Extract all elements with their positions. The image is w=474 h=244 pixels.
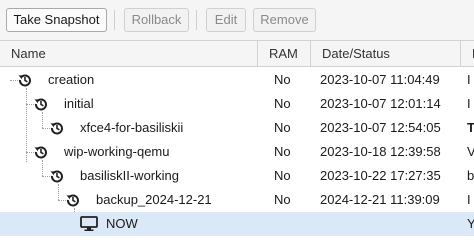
snapshot-history-icon (34, 146, 47, 159)
snapshot-history-icon (50, 122, 63, 135)
description-cell: I (467, 72, 471, 87)
ram-cell: No (274, 72, 291, 87)
snapshot-name-cell: backup_2024-12-21 (0, 188, 258, 212)
snapshot-name: backup_2024-12-21 (96, 192, 212, 207)
table-row[interactable]: backup_2024-12-21 No 2024-12-21 11:39:09… (0, 188, 474, 212)
date-cell: 2023-10-07 12:01:14 (320, 96, 441, 111)
table-row[interactable]: initial No 2023-10-07 12:01:14 I (0, 92, 474, 116)
snapshot-history-icon (34, 98, 47, 111)
snapshot-name: initial (64, 96, 94, 111)
table-row[interactable]: wip-working-qemu No 2023-10-18 12:39:58 … (0, 140, 474, 164)
snapshot-name: xfce4-for-basiliskii (80, 120, 184, 135)
date-cell (311, 212, 461, 236)
table-row[interactable]: creation No 2023-10-07 11:04:49 I (0, 68, 474, 92)
date-cell: 2023-10-07 12:54:05 (320, 120, 441, 135)
snapshot-name: basiliskII-working (80, 168, 179, 183)
description-cell: V (467, 144, 474, 159)
date-cell: 2023-10-07 11:04:49 (320, 72, 440, 87)
rollback-button[interactable]: Rollback (124, 8, 189, 32)
column-header-ram[interactable]: RAM (258, 41, 311, 67)
toolbar-separator (196, 10, 197, 30)
date-cell: 2023-10-22 17:27:35 (320, 168, 441, 183)
snapshot-name-cell: NOW (0, 212, 258, 236)
remove-button[interactable]: Remove (253, 8, 316, 32)
ram-cell (263, 212, 313, 236)
date-cell: 2024-12-21 11:39:09 (320, 192, 440, 207)
snapshot-name-cell: wip-working-qemu (0, 140, 258, 164)
description-cell: b (467, 168, 474, 183)
description-cell: Y (467, 216, 474, 231)
toolbar-separator (114, 10, 115, 30)
snapshot-name: creation (48, 72, 95, 87)
toolbar: Take Snapshot Rollback Edit Remove (0, 0, 474, 40)
snapshot-history-icon (50, 170, 63, 183)
table-row[interactable]: basiliskII-working No 2023-10-22 17:27:3… (0, 164, 474, 188)
snapshot-name: NOW (106, 216, 138, 231)
ram-cell: No (274, 96, 291, 111)
snapshot-name-cell: creation (0, 68, 258, 92)
ram-cell: No (274, 192, 291, 207)
ram-cell: No (274, 144, 291, 159)
grid-header: Name RAM Date/Status D (0, 40, 474, 67)
snapshot-history-icon (66, 194, 79, 207)
description-cell: I (467, 192, 471, 207)
monitor-icon (80, 216, 98, 231)
edit-button[interactable]: Edit (206, 8, 246, 32)
snapshot-grid: Name RAM Date/Status D creation No 2023-… (0, 40, 474, 244)
snapshot-name-cell: xfce4-for-basiliskii (0, 116, 258, 140)
ram-cell: No (274, 120, 291, 135)
table-row[interactable]: xfce4-for-basiliskii No 2023-10-07 12:54… (0, 116, 474, 140)
snapshot-history-icon (18, 74, 31, 87)
description-cell: T (467, 120, 474, 135)
take-snapshot-button[interactable]: Take Snapshot (6, 8, 107, 32)
column-header-date-status[interactable]: Date/Status (311, 41, 461, 67)
ram-cell: No (274, 168, 291, 183)
date-cell: 2023-10-18 12:39:58 (320, 144, 441, 159)
table-row-current-state[interactable]: NOW Y (0, 212, 474, 236)
snapshot-name-cell: basiliskII-working (0, 164, 258, 188)
snapshot-name: wip-working-qemu (64, 144, 170, 159)
snapshot-name-cell: initial (0, 92, 258, 116)
column-header-description[interactable]: D (461, 41, 474, 67)
column-header-name[interactable]: Name (0, 41, 258, 67)
description-cell: I (467, 96, 471, 111)
